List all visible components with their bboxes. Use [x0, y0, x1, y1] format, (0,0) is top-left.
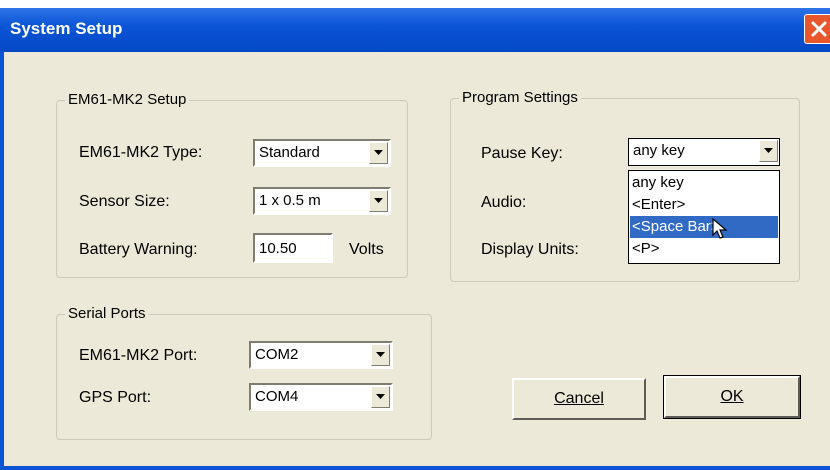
chevron-down-icon	[376, 352, 385, 357]
em61-port-label: EM61-MK2 Port:	[79, 347, 198, 364]
pause-key-label: Pause Key:	[481, 145, 563, 162]
dropdown-option-highlighted[interactable]: <Space Bar>	[630, 216, 778, 238]
program-settings-legend: Program Settings	[459, 89, 581, 106]
sensor-size-select[interactable]: 1 x 0.5 m	[253, 187, 391, 215]
dialog-body: EM61-MK2 Setup EM61-MK2 Type: Standard S…	[0, 52, 830, 470]
em61-setup-group: EM61-MK2 Setup EM61-MK2 Type: Standard S…	[56, 91, 408, 278]
sensor-size-dropdown-button[interactable]	[369, 190, 388, 212]
title-bar[interactable]: System Setup	[0, 8, 830, 52]
em61-type-value: Standard	[259, 144, 320, 161]
battery-warning-field[interactable]	[253, 233, 333, 263]
em61-type-label: EM61-MK2 Type:	[79, 144, 203, 161]
audio-label: Audio:	[481, 194, 527, 211]
chevron-down-icon	[374, 198, 383, 203]
dropdown-option[interactable]: any key	[630, 172, 778, 194]
pause-key-dropdown-button[interactable]	[759, 140, 778, 162]
serial-ports-legend: Serial Ports	[65, 305, 149, 322]
chevron-down-icon	[376, 394, 385, 399]
pause-key-value: any key	[633, 142, 685, 159]
em61-type-select[interactable]: Standard	[253, 139, 391, 167]
display-units-label: Display Units:	[481, 241, 579, 258]
serial-ports-group: Serial Ports EM61-MK2 Port: COM2 GPS Por…	[56, 305, 432, 440]
window-title: System Setup	[10, 19, 123, 38]
cancel-button[interactable]: Cancel	[512, 378, 646, 420]
pause-key-select[interactable]: any key	[628, 138, 780, 166]
battery-warning-label: Battery Warning:	[79, 241, 198, 258]
close-icon	[811, 21, 827, 37]
chevron-down-icon	[374, 150, 383, 155]
em61-port-dropdown-button[interactable]	[371, 344, 390, 366]
em61-type-dropdown-button[interactable]	[369, 142, 388, 164]
battery-unit-label: Volts	[349, 241, 384, 258]
gps-port-dropdown-button[interactable]	[371, 386, 390, 408]
em61-port-select[interactable]: COM2	[249, 341, 393, 369]
sensor-size-value: 1 x 0.5 m	[259, 192, 321, 209]
em61-port-value: COM2	[255, 346, 299, 363]
system-setup-dialog: System Setup EM61-MK2 Setup EM61-MK2 Typ…	[0, 8, 830, 470]
dropdown-option[interactable]: <Enter>	[630, 194, 778, 216]
ok-button[interactable]: OK	[663, 375, 801, 419]
chevron-down-icon	[764, 148, 773, 153]
battery-warning-input[interactable]	[255, 235, 331, 261]
gps-port-value: COM4	[255, 388, 299, 405]
mouse-pointer-icon	[712, 218, 728, 239]
close-button[interactable]	[804, 14, 830, 44]
gps-port-select[interactable]: COM4	[249, 383, 393, 411]
pause-key-dropdown-list: any key <Enter> <Space Bar> <P>	[628, 170, 780, 264]
sensor-size-label: Sensor Size:	[79, 193, 170, 210]
dropdown-option[interactable]: <P>	[630, 238, 778, 260]
em61-setup-legend: EM61-MK2 Setup	[65, 91, 190, 108]
gps-port-label: GPS Port:	[79, 389, 152, 406]
